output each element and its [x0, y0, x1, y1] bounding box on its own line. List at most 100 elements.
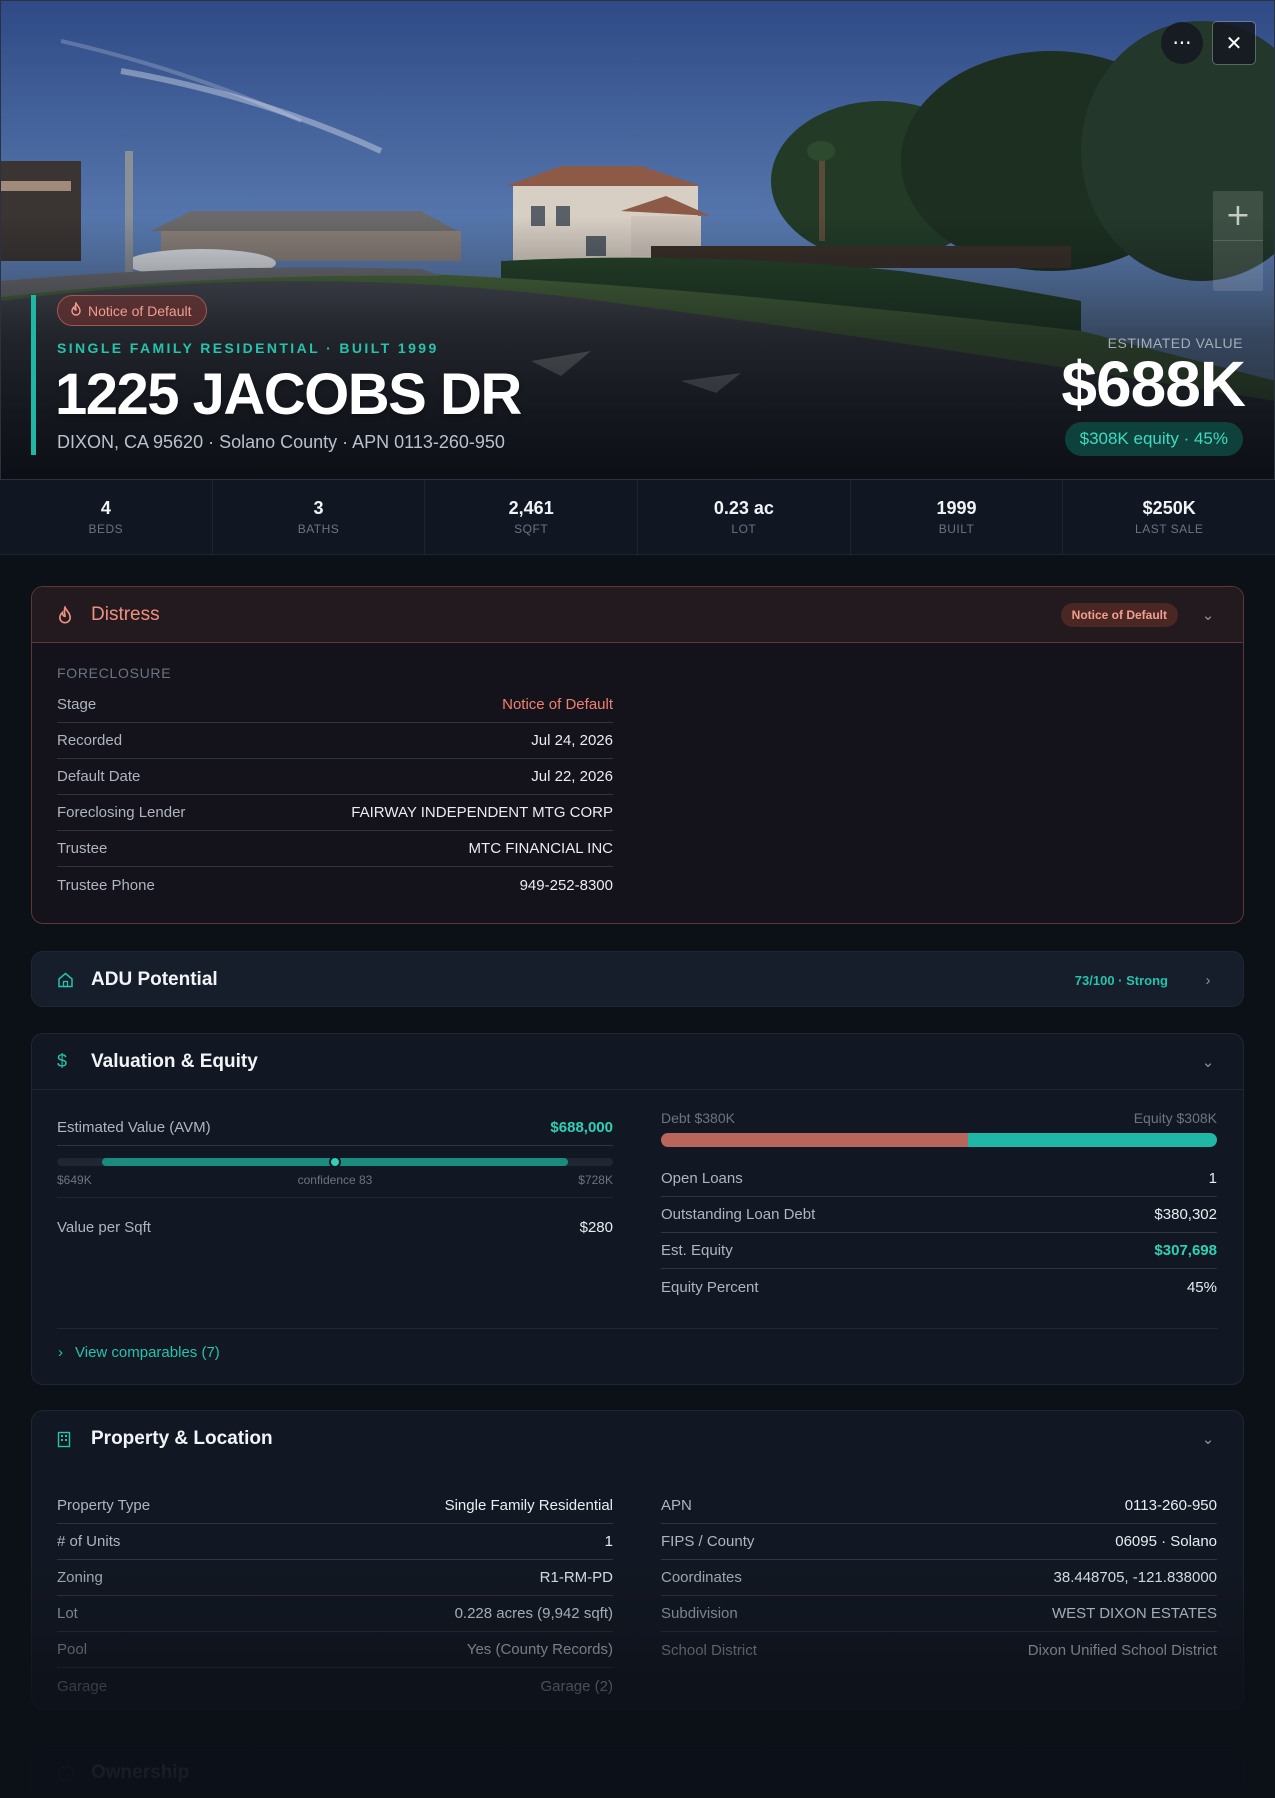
row-value: 06095 · Solano: [1115, 1533, 1217, 1550]
property-location: DIXON, CA 95620 · Solano County · APN 01…: [57, 432, 505, 452]
value-sqft-label: Value per Sqft: [57, 1218, 151, 1236]
avm-row: Estimated Value (AVM) $688,000: [57, 1110, 613, 1146]
avm-range-bar: [57, 1156, 613, 1168]
row-key: Lot: [57, 1605, 78, 1622]
debt-label: Debt $380K: [661, 1110, 735, 1126]
equity-label: Equity $308K: [1133, 1110, 1217, 1126]
row-value: 0.228 acres (9,942 sqft): [454, 1605, 613, 1622]
stat-label: BATHS: [297, 522, 340, 536]
row-value: 1: [604, 1533, 613, 1550]
row-key: Default Date: [57, 768, 141, 785]
chevron-right-icon: ›: [58, 1344, 63, 1361]
table-row: FIPS / County 06095 · Solano: [661, 1524, 1217, 1560]
row-key: Pool: [57, 1641, 88, 1658]
stat-label: BEDS: [88, 522, 124, 536]
avm-label: Estimated Value (AVM): [57, 1119, 211, 1136]
user-icon: ◯: [57, 1765, 75, 1782]
row-value: 38.448705, -121.838000: [1053, 1569, 1217, 1586]
distress-card-header[interactable]: Distress Notice of Default ⌄: [32, 587, 1243, 643]
row-key: Subdivision: [661, 1605, 738, 1622]
row-value: $307,698: [1154, 1242, 1217, 1259]
more-options-button[interactable]: ···: [1161, 22, 1203, 64]
chevron-down-icon[interactable]: ⌄: [1198, 1053, 1218, 1071]
table-row: Zoning R1-RM-PD: [57, 1560, 613, 1596]
hero-streetview: ··· ✕ + Notice of Default SINGLE FAMILY …: [0, 0, 1275, 480]
foreclosure-section-label: FORECLOSURE: [57, 665, 172, 681]
ownership-card-header[interactable]: ◯ Ownership: [32, 1751, 1243, 1795]
table-row: Default Date Jul 22, 2026: [57, 759, 613, 795]
valuation-left: Estimated Value (AVM) $688,000 $649K con…: [57, 1110, 613, 1256]
close-icon: ✕: [1225, 31, 1243, 55]
stat-label: BUILT: [938, 522, 975, 536]
debt-segment: [661, 1133, 969, 1147]
table-row: Est. Equity $307,698: [661, 1233, 1217, 1269]
stat-beds: 4 BEDS: [0, 480, 213, 554]
range-high: $728K: [578, 1173, 613, 1187]
distress-card: Distress Notice of Default ⌄ FORECLOSURE…: [31, 586, 1244, 924]
zoom-control[interactable]: +: [1213, 191, 1263, 291]
stats-bar: 4 BEDS 3 BATHS 2,461 SQFT 0.23 ac LOT 1999 BU…: [0, 480, 1275, 555]
avm-confidence-marker: [329, 1156, 341, 1168]
equity-pill: $308K equity · 45%: [1064, 422, 1243, 456]
table-row: Stage Notice of Default: [57, 687, 613, 723]
property-card-header[interactable]: Property & Location ⌄: [32, 1411, 1243, 1467]
chevron-down-icon[interactable]: ⌄: [1198, 1430, 1218, 1448]
row-value: R1-RM-PD: [539, 1569, 613, 1586]
property-address-title: 1225 JACOBS DR: [55, 362, 522, 427]
stat-value: 1999: [936, 498, 977, 518]
property-title: Property & Location: [91, 1428, 273, 1449]
fire-icon: [57, 605, 77, 624]
table-row: Equity Percent 45%: [661, 1269, 1217, 1305]
adu-score: 73/100 · Strong: [1074, 972, 1168, 988]
row-key: Stage: [57, 696, 97, 713]
row-value: Single Family Residential: [444, 1497, 613, 1514]
row-key: Est. Equity: [661, 1242, 733, 1259]
estimated-value: $688K: [1061, 348, 1246, 420]
row-key: Coordinates: [661, 1569, 742, 1586]
row-key: APN: [661, 1497, 692, 1514]
chevron-right-icon[interactable]: ›: [1198, 972, 1218, 989]
ownership-card: ◯ Ownership: [31, 1750, 1244, 1794]
table-row: Lot 0.228 acres (9,942 sqft): [57, 1596, 613, 1632]
row-key: Garage: [57, 1677, 108, 1695]
table-row: Outstanding Loan Debt $380,302: [661, 1197, 1217, 1233]
row-key: FIPS / County: [661, 1533, 755, 1550]
row-value: Dixon Unified School District: [1027, 1641, 1217, 1659]
row-value: Jul 24, 2026: [531, 732, 613, 749]
row-key: Open Loans: [661, 1170, 743, 1187]
row-value: 1: [1208, 1170, 1217, 1187]
table-row: Coordinates 38.448705, -121.838000: [661, 1560, 1217, 1596]
stat-sqft: 2,461 SQFT: [425, 480, 639, 554]
row-value: 0113-260-950: [1124, 1497, 1217, 1514]
equity-segment: [968, 1133, 1217, 1147]
row-value: WEST DIXON ESTATES: [1051, 1605, 1217, 1622]
adu-card[interactable]: ADU Potential 73/100 · Strong ›: [31, 951, 1244, 1007]
stat-label: SQFT: [514, 522, 549, 536]
accent-bar: [31, 295, 36, 455]
fire-icon: [70, 300, 82, 319]
confidence-label: confidence 83: [297, 1173, 373, 1187]
close-button[interactable]: ✕: [1212, 21, 1256, 65]
stat-value: 0.23 ac: [713, 498, 774, 518]
row-value: Yes (County Records): [466, 1641, 613, 1658]
adu-card-header[interactable]: ADU Potential 73/100 · Strong ›: [32, 952, 1243, 1008]
table-row: Pool Yes (County Records): [57, 1632, 613, 1668]
row-value: Jul 22, 2026: [531, 768, 613, 785]
chevron-down-icon[interactable]: ⌄: [1198, 606, 1218, 624]
table-row: # of Units 1: [57, 1524, 613, 1560]
property-subtitle: SINGLE FAMILY RESIDENTIAL · BUILT 1999: [57, 340, 439, 356]
plus-icon[interactable]: +: [1213, 191, 1263, 241]
row-key: Recorded: [57, 732, 123, 749]
row-value: Notice of Default: [502, 696, 613, 713]
table-row: Foreclosing Lender FAIRWAY INDEPENDENT MT…: [57, 795, 613, 831]
valuation-card-header[interactable]: $ Valuation & Equity ⌄: [32, 1034, 1243, 1090]
table-row: School District Dixon Unified School Dist…: [661, 1632, 1217, 1668]
range-low: $649K: [57, 1173, 92, 1187]
stat-value: 3: [313, 498, 324, 518]
dollar-icon: $: [57, 1051, 68, 1071]
debt-equity-bar: [661, 1133, 1217, 1147]
row-key: # of Units: [57, 1533, 121, 1550]
view-comparables-link[interactable]: › View comparables (7): [58, 1344, 220, 1361]
property-left: Property Type Single Family Residential #…: [57, 1488, 613, 1704]
stat-last-sale: $250K LAST SALE: [1063, 480, 1275, 554]
